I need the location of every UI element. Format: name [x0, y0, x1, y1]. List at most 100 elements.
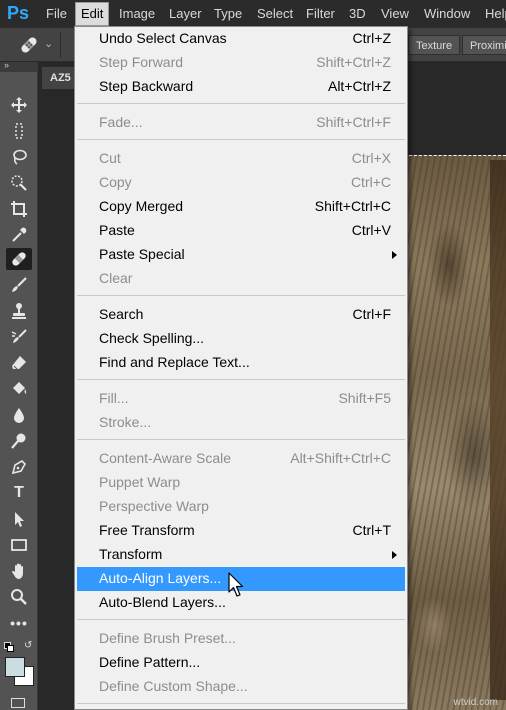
- submenu-arrow-icon: [392, 251, 397, 259]
- clone-stamp-icon[interactable]: [6, 300, 32, 322]
- menu-item-label: Define Pattern...: [99, 654, 201, 670]
- menu-item-fade[interactable]: Fade... Shift+Ctrl+F: [77, 111, 405, 135]
- marquee-icon[interactable]: [6, 120, 32, 142]
- menu-file[interactable]: File: [46, 0, 67, 28]
- chevron-down-icon[interactable]: ⌄: [44, 37, 53, 50]
- menu-filter[interactable]: Filter: [306, 0, 335, 28]
- menu-item-transform[interactable]: Transform: [77, 543, 405, 567]
- quick-selection-icon[interactable]: [6, 172, 32, 194]
- eyedropper-icon[interactable]: [6, 224, 32, 246]
- photoshop-logo-icon: Ps: [6, 3, 30, 23]
- menu-item-shortcut: Ctrl+Z: [352, 30, 392, 46]
- menu-item-check-spelling[interactable]: Check Spelling...: [77, 327, 405, 351]
- menu-select[interactable]: Select: [257, 0, 293, 28]
- dodge-icon[interactable]: [6, 430, 32, 452]
- zoom-icon[interactable]: [6, 586, 32, 608]
- menu-item-label: Perspective Warp: [99, 498, 209, 514]
- menu-separator: [77, 379, 405, 380]
- tools-panel-header[interactable]: »: [0, 60, 38, 72]
- menu-item-perspective-warp[interactable]: Perspective Warp: [77, 495, 405, 519]
- menu-item-fill[interactable]: Fill... Shift+F5: [77, 387, 405, 411]
- crop-icon[interactable]: [6, 198, 32, 220]
- menu-item-label: Copy Merged: [99, 198, 184, 214]
- healing-brush-tool-icon[interactable]: [6, 248, 32, 270]
- menu-separator: [77, 295, 405, 296]
- menu-item-label: Search: [99, 306, 144, 322]
- healing-brush-icon[interactable]: [18, 34, 40, 56]
- menu-view[interactable]: View: [381, 0, 409, 28]
- type-icon[interactable]: T: [6, 482, 32, 504]
- menu-separator: [77, 103, 405, 104]
- quick-mask-icon[interactable]: [11, 698, 25, 708]
- more-icon[interactable]: •••: [6, 612, 32, 634]
- menu-item-free-transform[interactable]: Free Transform Ctrl+T: [77, 519, 405, 543]
- menu-item-label: Transform: [99, 546, 163, 562]
- menu-item-label: Define Brush Preset...: [99, 630, 236, 646]
- menu-item-shortcut: Ctrl+V: [351, 222, 391, 238]
- hand-icon[interactable]: [6, 560, 32, 582]
- swap-colors-icon[interactable]: ↺: [24, 640, 32, 651]
- menu-item-define-custom-shape[interactable]: Define Custom Shape...: [77, 675, 405, 699]
- menu-type[interactable]: Type: [214, 0, 242, 28]
- path-selection-icon[interactable]: [6, 508, 32, 530]
- menu-item-label: Check Spelling...: [99, 330, 205, 346]
- menu-item-paste[interactable]: Paste Ctrl+V: [77, 219, 405, 243]
- edit-menu-dropdown: Undo Select Canvas Ctrl+Z Step Forward Shi…: [74, 26, 408, 710]
- selection-marquee: [404, 155, 506, 156]
- menu-item-paste-special[interactable]: Paste Special: [77, 243, 405, 267]
- menu-edit[interactable]: Edit: [75, 2, 110, 26]
- brush-icon[interactable]: [6, 274, 32, 296]
- menu-item-undo[interactable]: Undo Select Canvas Ctrl+Z: [77, 27, 405, 51]
- default-colors-icon[interactable]: [4, 642, 14, 652]
- history-brush-icon[interactable]: [6, 326, 32, 348]
- menu-window[interactable]: Window: [424, 0, 470, 28]
- rectangle-icon[interactable]: [6, 534, 32, 556]
- mouse-cursor-icon: [228, 572, 244, 597]
- menu-3d[interactable]: 3D: [349, 0, 366, 28]
- menu-item-define-brush-preset[interactable]: Define Brush Preset...: [77, 627, 405, 651]
- divider: [60, 32, 61, 58]
- menu-item-label: Paste: [99, 222, 135, 238]
- menu-item-content-aware-scale[interactable]: Content-Aware Scale Alt+Shift+Ctrl+C: [77, 447, 405, 471]
- menu-item-label: Cut: [99, 150, 121, 166]
- menu-item-label: Puppet Warp: [99, 474, 181, 490]
- menu-item-shortcut: Shift+F5: [338, 390, 391, 406]
- menu-separator: [77, 439, 405, 440]
- proximity-button[interactable]: Proximit: [462, 35, 506, 55]
- menu-separator: [77, 703, 405, 704]
- texture-button[interactable]: Texture: [408, 35, 461, 55]
- menu-item-label: Step Forward: [99, 54, 184, 70]
- menu-item-label: Free Transform: [99, 522, 195, 538]
- menu-item-clear[interactable]: Clear: [77, 267, 405, 291]
- menu-bar: Ps File Edit Image Layer Type Select Fil…: [0, 0, 506, 28]
- menu-layer[interactable]: Layer: [169, 0, 202, 28]
- menu-item-shortcut: Ctrl+C: [350, 174, 391, 190]
- eraser-icon[interactable]: [6, 352, 32, 374]
- menu-item-step-forward[interactable]: Step Forward Shift+Ctrl+Z: [77, 51, 405, 75]
- pen-icon[interactable]: [6, 456, 32, 478]
- lasso-icon[interactable]: [6, 146, 32, 168]
- menu-item-find-replace[interactable]: Find and Replace Text...: [77, 351, 405, 375]
- move-icon[interactable]: [6, 94, 32, 116]
- menu-item-copy-merged[interactable]: Copy Merged Shift+Ctrl+C: [77, 195, 405, 219]
- menu-item-label: Paste Special: [99, 246, 185, 262]
- double-chevron-icon[interactable]: »: [4, 60, 9, 70]
- foreground-color-swatch[interactable]: [5, 657, 25, 677]
- menu-item-label: Clear: [99, 270, 133, 286]
- menu-item-label: Step Backward: [99, 78, 194, 94]
- menu-item-label: Content-Aware Scale: [99, 450, 232, 466]
- menu-item-search[interactable]: Search Ctrl+F: [77, 303, 405, 327]
- menu-item-step-backward[interactable]: Step Backward Alt+Ctrl+Z: [77, 75, 405, 99]
- paint-bucket-icon[interactable]: [6, 378, 32, 400]
- menu-item-shortcut: Shift+Ctrl+Z: [316, 54, 391, 70]
- menu-item-define-pattern[interactable]: Define Pattern...: [77, 651, 405, 675]
- menu-item-shortcut: Ctrl+T: [352, 522, 392, 538]
- menu-item-puppet-warp[interactable]: Puppet Warp: [77, 471, 405, 495]
- watermark: wtvid.com: [453, 697, 498, 708]
- menu-item-cut[interactable]: Cut Ctrl+X: [77, 147, 405, 171]
- menu-item-copy[interactable]: Copy Ctrl+C: [77, 171, 405, 195]
- blur-icon[interactable]: [6, 404, 32, 426]
- menu-item-stroke[interactable]: Stroke...: [77, 411, 405, 435]
- menu-image[interactable]: Image: [119, 0, 155, 28]
- menu-help[interactable]: Help: [485, 0, 506, 28]
